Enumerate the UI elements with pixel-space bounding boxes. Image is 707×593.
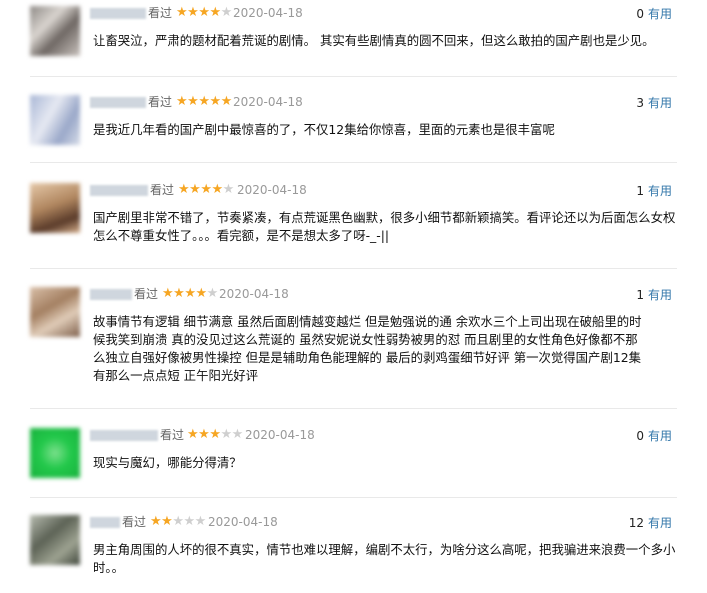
star-filled-icon: ★ [220, 94, 233, 109]
comment-text: 国产剧里非常不错了，节奏紧凑，有点荒诞黑色幽默，很多小细节都新颖搞笑。看评论还以… [93, 210, 676, 243]
vote-useful[interactable]: 1 有用 [636, 183, 672, 199]
comment-item: 看过 ★★★★★ 2020-04-18 0 有用 现实与魔幻，哪能分得清？ [0, 427, 707, 498]
username[interactable] [90, 97, 146, 108]
comment-item: 看过 ★★★★★ 2020-04-18 3 有用 是我近几年看的国产剧中最惊喜的了… [0, 94, 707, 165]
username[interactable] [90, 430, 158, 441]
comment-text: 故事情节有逻辑 细节满意 虽然后面剧情越变越烂 但是勉强说的通 余欢水三个上司出… [93, 314, 642, 383]
star-filled-icon: ★ [209, 5, 221, 20]
star-filled-icon: ★ [200, 182, 212, 197]
comment-text: 让畜哭泣，严肃的题材配着荒诞的剧情。 其实有些剧情真的圆不回来，但这么敢拍的国产… [93, 33, 655, 48]
vote-useful-label[interactable]: 有用 [648, 516, 672, 530]
comment-item: 看过 ★★★★★ 2020-04-18 12 有用 男主角周围的人坏的很不真实，情… [0, 514, 707, 593]
star-filled-icon: ★ [184, 286, 196, 301]
comment-text: 现实与魔幻，哪能分得清？ [93, 455, 242, 470]
star-filled-icon: ★ [211, 182, 223, 197]
star-filled-icon: ★ [189, 182, 201, 197]
vote-count: 0 [636, 429, 644, 443]
vote-useful-label[interactable]: 有用 [648, 96, 672, 110]
comment-date: 2020-04-18 [208, 515, 278, 529]
comment-item: 看过 ★★★★★ 2020-04-18 1 有用 故事情节有逻辑 细节满意 虽然后… [0, 286, 707, 397]
rating-stars: ★★★★★ [178, 182, 234, 198]
rating-stars: ★★★★★ [176, 5, 232, 21]
star-filled-icon: ★ [198, 5, 210, 20]
rating-stars: ★★★★★ [187, 427, 243, 443]
vote-count: 12 [628, 516, 644, 530]
username[interactable] [90, 289, 132, 300]
star-filled-icon: ★ [198, 427, 210, 442]
vote-useful[interactable]: 1 有用 [636, 287, 672, 303]
vote-count: 0 [636, 7, 644, 21]
comment-text: 男主角周围的人坏的很不真实，情节也难以理解，编剧不太行，为啥分这么高呢，把我骗进… [93, 542, 676, 575]
avatar[interactable] [30, 6, 80, 56]
comment-item: 看过 ★★★★★ 2020-04-18 1 有用 国产剧里非常不错了，节奏紧凑，有… [0, 182, 707, 273]
comment-date: 2020-04-18 [233, 95, 303, 109]
divider [30, 408, 677, 409]
vote-count: 3 [636, 96, 644, 110]
comment-date: 2020-04-18 [245, 428, 315, 442]
star-filled-icon: ★ [209, 94, 221, 109]
rating-stars: ★★★★★ [150, 514, 206, 530]
vote-useful[interactable]: 12 有用 [629, 515, 672, 531]
divider [30, 162, 677, 163]
watched-label: 看过 [160, 428, 185, 442]
vote-useful-label[interactable]: 有用 [648, 184, 672, 198]
star-filled-icon: ★ [198, 94, 210, 109]
star-filled-icon: ★ [176, 5, 188, 20]
username[interactable] [90, 8, 146, 19]
comment-date: 2020-04-18 [233, 6, 303, 20]
star-filled-icon: ★ [178, 182, 190, 197]
star-empty-icon: ★ [220, 5, 233, 20]
comment-list: 看过 ★★★★★ 2020-04-18 0 有用 让畜哭泣，严肃的题材配着荒诞的剧… [0, 0, 707, 593]
vote-useful[interactable]: 0 有用 [636, 6, 672, 22]
username[interactable] [90, 517, 120, 528]
watched-label: 看过 [148, 95, 173, 109]
avatar[interactable] [30, 515, 80, 565]
star-empty-icon: ★ [222, 182, 235, 197]
star-filled-icon: ★ [187, 94, 199, 109]
avatar[interactable] [30, 287, 80, 337]
divider [30, 497, 677, 498]
vote-useful-label[interactable]: 有用 [648, 429, 672, 443]
star-empty-icon: ★ [231, 427, 244, 442]
star-filled-icon: ★ [176, 94, 188, 109]
star-filled-icon: ★ [209, 427, 221, 442]
star-filled-icon: ★ [187, 5, 199, 20]
vote-useful[interactable]: 0 有用 [636, 428, 672, 444]
star-filled-icon: ★ [195, 286, 207, 301]
comment-item: 看过 ★★★★★ 2020-04-18 0 有用 让畜哭泣，严肃的题材配着荒诞的剧… [0, 5, 707, 82]
star-filled-icon: ★ [162, 286, 174, 301]
avatar[interactable] [30, 428, 80, 478]
comment-date: 2020-04-18 [237, 183, 307, 197]
star-empty-icon: ★ [194, 514, 207, 529]
comment-date: 2020-04-18 [219, 287, 289, 301]
watched-label: 看过 [150, 183, 175, 197]
vote-count: 1 [636, 184, 644, 198]
rating-stars: ★★★★★ [176, 94, 232, 110]
watched-label: 看过 [134, 287, 159, 301]
vote-useful-label[interactable]: 有用 [648, 288, 672, 302]
star-filled-icon: ★ [150, 514, 162, 529]
avatar[interactable] [30, 183, 80, 233]
username[interactable] [90, 185, 148, 196]
divider [30, 268, 677, 269]
star-empty-icon: ★ [172, 514, 184, 529]
watched-label: 看过 [148, 6, 173, 20]
star-empty-icon: ★ [183, 514, 195, 529]
comment-text: 是我近几年看的国产剧中最惊喜的了，不仅12集给你惊喜，里面的元素也是很丰富呢 [93, 122, 555, 137]
star-filled-icon: ★ [173, 286, 185, 301]
star-empty-icon: ★ [206, 286, 219, 301]
star-filled-icon: ★ [161, 514, 173, 529]
vote-count: 1 [636, 288, 644, 302]
vote-useful[interactable]: 3 有用 [636, 95, 672, 111]
star-filled-icon: ★ [187, 427, 199, 442]
rating-stars: ★★★★★ [162, 286, 218, 302]
avatar[interactable] [30, 95, 80, 145]
watched-label: 看过 [122, 515, 147, 529]
divider [30, 76, 677, 77]
star-empty-icon: ★ [220, 427, 232, 442]
vote-useful-label[interactable]: 有用 [648, 7, 672, 21]
